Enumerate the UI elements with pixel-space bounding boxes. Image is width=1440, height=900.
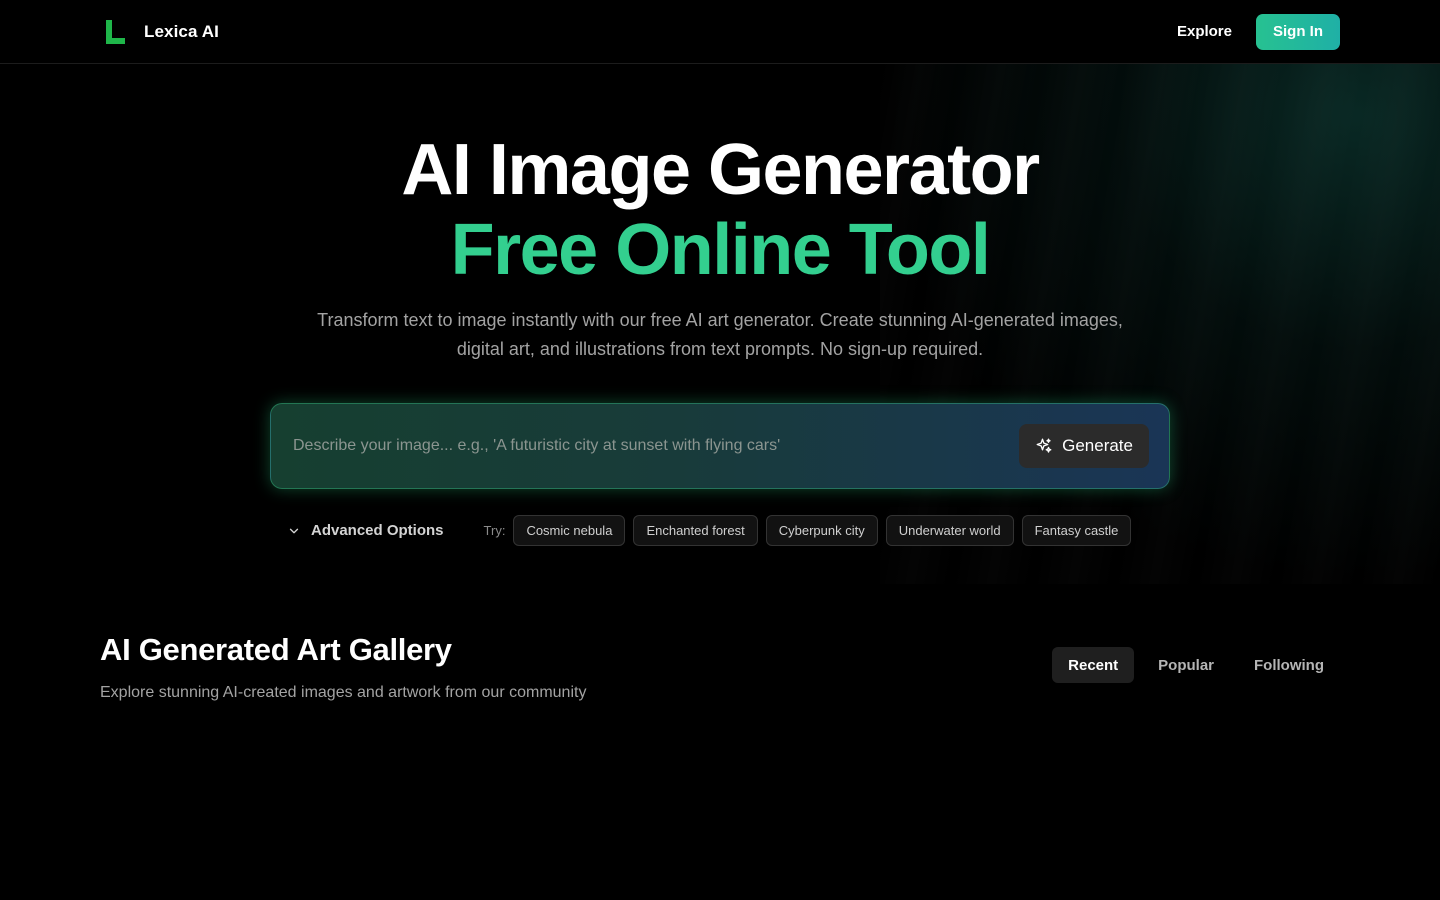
suggestion-chip[interactable]: Underwater world xyxy=(885,515,1014,546)
suggestion-chip[interactable]: Enchanted forest xyxy=(633,515,758,546)
sign-in-button[interactable]: Sign In xyxy=(1256,13,1340,50)
hero-title: AI Image Generator Free Online Tool xyxy=(0,130,1440,290)
generate-button-label: Generate xyxy=(1062,436,1133,455)
hero-title-line1: AI Image Generator xyxy=(401,130,1040,210)
explore-link[interactable]: Explore xyxy=(1177,23,1232,40)
options-row: Advanced Options Try: Cosmic nebula Ench… xyxy=(287,515,1139,546)
hero-subtitle: Transform text to image instantly with o… xyxy=(317,310,1123,359)
lexica-logo-icon xyxy=(106,19,126,44)
tab-recent[interactable]: Recent xyxy=(1052,647,1135,683)
chevron-down-icon xyxy=(289,528,299,533)
gallery-header: AI Generated Art Gallery Explore stunnin… xyxy=(100,632,586,702)
brand-name: Lexica AI xyxy=(144,21,219,41)
gallery-subtitle: Explore stunning AI-created images and a… xyxy=(100,684,587,701)
top-nav-bar: Lexica AI Explore Sign In xyxy=(0,0,1440,64)
gallery-title: AI Generated Art Gallery xyxy=(100,632,452,667)
generate-button[interactable]: Generate xyxy=(1019,424,1149,468)
tab-popular[interactable]: Popular xyxy=(1142,647,1230,683)
gallery-tabs: Recent Popular Following xyxy=(1052,647,1340,683)
suggestion-chip[interactable]: Fantasy castle xyxy=(1021,515,1132,546)
hero-title-line2: Free Online Tool xyxy=(450,210,991,290)
advanced-options-label: Advanced Options xyxy=(311,522,444,539)
prompt-input[interactable] xyxy=(293,437,1020,455)
tab-following[interactable]: Following xyxy=(1238,647,1340,683)
suggestion-chip[interactable]: Cyberpunk city xyxy=(765,515,878,546)
suggestion-chip[interactable]: Cosmic nebula xyxy=(513,515,626,546)
header-nav: Explore Sign In xyxy=(1177,13,1340,50)
try-label: Try: xyxy=(483,523,506,538)
advanced-options-toggle[interactable]: Advanced Options xyxy=(287,522,444,539)
page: Lexica AI Explore Sign In AI Image Gener… xyxy=(0,0,1440,900)
sparkles-icon xyxy=(1036,438,1052,453)
hero: AI Image Generator Free Online Tool Tran… xyxy=(0,130,1440,364)
brand[interactable]: Lexica AI xyxy=(106,19,219,44)
prompt-bar: Generate xyxy=(270,403,1170,489)
